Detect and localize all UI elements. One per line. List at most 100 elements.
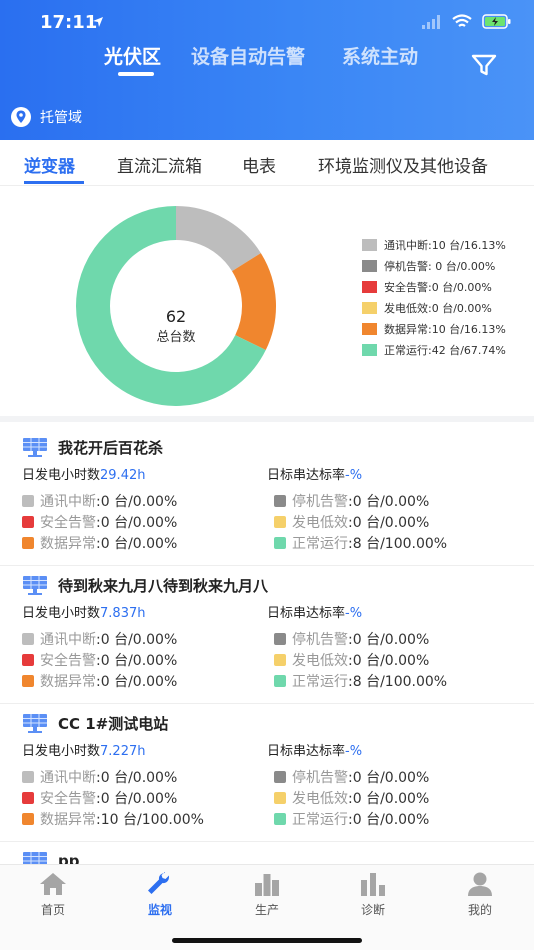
status-swatch bbox=[22, 812, 34, 825]
filter-icon[interactable] bbox=[470, 52, 498, 78]
status-label: 正常运行 bbox=[292, 811, 348, 828]
status-label: 通讯中断 bbox=[40, 631, 96, 648]
status-swatch bbox=[22, 515, 34, 528]
tab-device-auto-alarm[interactable]: 设备自动告警 bbox=[191, 42, 305, 69]
legend-item: 发电低效:0 台/0.00% bbox=[362, 297, 506, 318]
total-count: 62 bbox=[166, 307, 186, 326]
tab-pv-area[interactable]: 光伏区 bbox=[104, 42, 161, 69]
legend-swatch bbox=[362, 238, 377, 251]
status-bar: 17:11 bbox=[0, 12, 534, 36]
status-value: :0 台/0.00% bbox=[96, 493, 178, 510]
legend-swatch bbox=[362, 343, 377, 356]
station-name: 待到秋来九月八待到秋来九月八 bbox=[58, 576, 269, 595]
status-label: 正常运行 bbox=[292, 535, 348, 552]
legend-item: 通讯中断:10 台/16.13% bbox=[362, 234, 506, 255]
station-card[interactable]: CC 1#测试电站 日发电小时数7.227h 日标串达标率-% 通讯中断:0 台… bbox=[0, 704, 534, 842]
nav-home[interactable]: 首页 bbox=[18, 871, 88, 918]
status-donut-chart: 62 总台数 bbox=[76, 206, 276, 406]
status-swatch bbox=[22, 791, 34, 804]
status-low-efficiency: 发电低效:0 台/0.00% bbox=[274, 511, 524, 532]
location-arrow-icon bbox=[93, 17, 103, 27]
tab-system-active[interactable]: 系统主动 bbox=[342, 42, 418, 69]
station-card[interactable]: 待到秋来九月八待到秋来九月八 日发电小时数7.837h 日标串达标率-% 通讯中… bbox=[0, 566, 534, 704]
status-normal: 正常运行:0 台/0.00% bbox=[274, 808, 524, 829]
tab-env-monitor[interactable]: 环境监测仪及其他设备 bbox=[318, 152, 488, 177]
status-low-efficiency: 发电低效:0 台/0.00% bbox=[274, 787, 524, 808]
status-swatch bbox=[274, 791, 286, 804]
status-value: :0 台/0.00% bbox=[96, 769, 178, 786]
legend-item: 数据异常:10 台/16.13% bbox=[362, 318, 506, 339]
station-name: pp bbox=[58, 852, 80, 864]
legend-text: 正常运行:42 台/67.74% bbox=[384, 343, 506, 357]
status-swatch bbox=[274, 812, 286, 825]
legend-text: 通讯中断:10 台/16.13% bbox=[384, 238, 506, 252]
status-swatch bbox=[22, 770, 34, 783]
nav-profile[interactable]: 我的 bbox=[445, 871, 515, 918]
solar-panel-icon bbox=[23, 714, 47, 733]
status-data-abnormal: 数据异常:0 台/0.00% bbox=[22, 670, 274, 691]
domain-selector[interactable]: 托管域 bbox=[10, 106, 82, 128]
tab-dc-combiner-box[interactable]: 直流汇流箱 bbox=[117, 152, 202, 177]
legend-swatch bbox=[362, 259, 377, 272]
status-value: :0 台/0.00% bbox=[348, 514, 430, 531]
status-label: 发电低效 bbox=[292, 652, 348, 669]
status-label: 停机告警 bbox=[292, 631, 348, 648]
status-swatch bbox=[274, 632, 286, 645]
status-safety-alarm: 安全告警:0 台/0.00% bbox=[22, 649, 274, 670]
status-safety-alarm: 安全告警:0 台/0.00% bbox=[22, 511, 274, 532]
summary-card: 62 总台数 通讯中断:10 台/16.13% 停机告警: 0 台/0.00% … bbox=[0, 190, 534, 422]
status-normal: 正常运行:8 台/100.00% bbox=[274, 670, 524, 691]
nav-production[interactable]: 生产 bbox=[232, 871, 302, 918]
nav-label: 我的 bbox=[467, 903, 492, 917]
status-label: 正常运行 bbox=[292, 673, 348, 690]
status-value: :0 台/0.00% bbox=[348, 652, 430, 669]
status-swatch bbox=[22, 674, 34, 687]
status-value: :0 台/0.00% bbox=[348, 811, 430, 828]
status-time: 17:11 bbox=[40, 12, 98, 33]
status-value: :0 台/0.00% bbox=[348, 493, 430, 510]
status-comm-interrupt: 通讯中断:0 台/0.00% bbox=[22, 766, 274, 787]
status-label: 停机告警 bbox=[292, 493, 348, 510]
total-label: 总台数 bbox=[156, 330, 195, 345]
string-rate-label: 日标串达标率 bbox=[267, 606, 346, 621]
station-list[interactable]: 我花开后百花杀 日发电小时数29.42h 日标串达标率-% 通讯中断:0 台/0… bbox=[0, 428, 534, 864]
legend-swatch bbox=[362, 280, 377, 293]
status-shutdown-alarm: 停机告警:0 台/0.00% bbox=[274, 490, 524, 511]
bottom-nav: 首页 监视 生产 诊断 我的 bbox=[0, 864, 534, 950]
nav-label: 首页 bbox=[40, 903, 65, 917]
daily-hours: 日发电小时数7.837h bbox=[22, 602, 267, 622]
status-label: 数据异常 bbox=[40, 811, 96, 828]
tab-inverter[interactable]: 逆变器 bbox=[24, 152, 75, 177]
status-safety-alarm: 安全告警:0 台/0.00% bbox=[22, 787, 274, 808]
sub-tab-indicator bbox=[24, 181, 84, 184]
legend-text: 数据异常:10 台/16.13% bbox=[384, 322, 506, 336]
station-card[interactable]: pp bbox=[0, 842, 534, 864]
station-name: 我花开后百花杀 bbox=[58, 438, 164, 457]
status-label: 停机告警 bbox=[292, 769, 348, 786]
nav-monitor[interactable]: 监视 bbox=[125, 871, 195, 918]
status-value: :0 台/0.00% bbox=[96, 514, 178, 531]
status-swatch bbox=[274, 515, 286, 528]
string-rate: 日标串达标率-% bbox=[267, 602, 512, 622]
station-card[interactable]: 我花开后百花杀 日发电小时数29.42h 日标串达标率-% 通讯中断:0 台/0… bbox=[0, 428, 534, 566]
status-value: :8 台/100.00% bbox=[348, 535, 448, 552]
status-swatch bbox=[274, 653, 286, 666]
legend-text: 停机告警: 0 台/0.00% bbox=[384, 259, 496, 273]
status-value: :0 台/0.00% bbox=[348, 631, 430, 648]
status-label: 发电低效 bbox=[292, 790, 348, 807]
string-rate-label: 日标串达标率 bbox=[267, 468, 346, 483]
status-label: 数据异常 bbox=[40, 673, 96, 690]
status-label: 通讯中断 bbox=[40, 769, 96, 786]
daily-hours-label: 日发电小时数 bbox=[22, 468, 101, 483]
nav-diagnosis[interactable]: 诊断 bbox=[338, 871, 408, 918]
device-type-tabs: 逆变器 直流汇流箱 电表 环境监测仪及其他设备 bbox=[0, 140, 534, 186]
status-value: :0 台/0.00% bbox=[96, 673, 178, 690]
status-swatch bbox=[22, 494, 34, 507]
location-pin-icon bbox=[11, 107, 31, 127]
tab-meter[interactable]: 电表 bbox=[242, 152, 276, 177]
solar-panel-icon bbox=[23, 576, 47, 595]
status-swatch bbox=[22, 653, 34, 666]
string-rate: 日标串达标率-% bbox=[267, 464, 512, 484]
signal-icon bbox=[422, 14, 440, 29]
status-value: :0 台/0.00% bbox=[96, 652, 178, 669]
